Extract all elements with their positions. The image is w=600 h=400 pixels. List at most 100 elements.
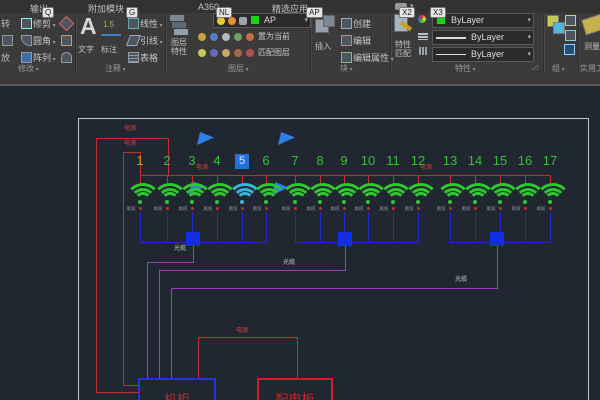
edit-attr-icon[interactable]	[341, 52, 352, 63]
ap-number[interactable]: 12	[408, 153, 428, 168]
table-button[interactable]: 表格	[140, 51, 158, 64]
leader-icon[interactable]	[126, 35, 141, 46]
ap-number[interactable]: 17	[540, 153, 560, 168]
ap-number[interactable]: 8	[310, 153, 330, 168]
ap-number[interactable]: 7	[285, 153, 305, 168]
ap-number-selected[interactable]: 5	[235, 154, 249, 169]
offset-icon[interactable]	[61, 52, 72, 63]
fiber-label: 光缆	[455, 277, 467, 284]
ap-number[interactable]: 2	[157, 153, 177, 168]
linetype-dropdown[interactable]: ByLayer	[432, 47, 534, 62]
ap-number[interactable]: 13	[440, 153, 460, 168]
panel-launcher-icon[interactable]: ◿	[532, 63, 537, 71]
keytip-x2: X2	[399, 7, 415, 18]
layer-freeze-icon[interactable]	[222, 33, 230, 41]
layer-walk-icon[interactable]	[198, 49, 206, 57]
color-wheel-icon[interactable]	[418, 15, 426, 23]
dimension-icon[interactable]: 1.5	[101, 18, 121, 36]
wifi-dot	[318, 200, 322, 204]
wifi-ap-icon[interactable]	[251, 183, 281, 207]
modify-panel-label[interactable]: 修改	[18, 63, 39, 74]
ap-number[interactable]: 4	[207, 153, 227, 168]
ap-number[interactable]: 10	[358, 153, 378, 168]
lineweight-icon[interactable]	[418, 32, 428, 40]
insert-button[interactable]: 插入	[315, 42, 331, 51]
layer-lock2-icon[interactable]	[234, 33, 242, 41]
keytip-addins: G	[126, 7, 138, 18]
linetype-icon[interactable]	[418, 47, 428, 55]
layers-panel-label[interactable]: 图层	[228, 63, 249, 74]
ap-number[interactable]: 15	[490, 153, 510, 168]
match-layer-button[interactable]: 匹配图层	[258, 47, 290, 58]
create-block-button[interactable]: 创建	[353, 17, 371, 30]
power-label: 电源	[236, 328, 248, 335]
wifi-ap-icon[interactable]	[403, 183, 433, 207]
array-icon[interactable]	[21, 52, 32, 63]
splitter-box[interactable]	[490, 232, 504, 246]
group-panel-label[interactable]: 组	[552, 63, 565, 74]
layer-delete-icon[interactable]	[234, 49, 242, 57]
cabinet-box[interactable]: 机柜	[138, 378, 216, 400]
text-button[interactable]: 文字	[78, 45, 94, 54]
wifi-ap-icon[interactable]	[535, 183, 565, 207]
text-icon[interactable]: A	[80, 13, 97, 40]
dimension-button[interactable]: 标注	[101, 45, 117, 54]
properties-panel-label[interactable]: 特性	[455, 63, 476, 74]
annotate-panel-label[interactable]: 注释	[105, 63, 126, 74]
layer-properties-button[interactable]: 图层特性	[166, 38, 192, 56]
measure-icon[interactable]	[581, 13, 600, 36]
layer-properties-icon[interactable]	[170, 15, 188, 35]
ap-number[interactable]: 11	[383, 153, 403, 168]
ribbon: 输出 附加模块 A360 精选应用 ▾ Q G NL AP X2 X3 转 放 …	[0, 0, 600, 86]
ap-number[interactable]: 14	[465, 153, 485, 168]
fillet-icon[interactable]	[21, 35, 32, 46]
trim-button[interactable]: 修剪	[33, 17, 56, 30]
ap-number[interactable]: 3	[182, 153, 202, 168]
linear-dim-icon[interactable]	[128, 18, 139, 29]
drop-cable-label: 尾缆	[487, 206, 496, 211]
trim-icon[interactable]	[21, 18, 32, 29]
power-board-box[interactable]: 配电板	[257, 378, 333, 400]
utilities-panel-label[interactable]: 实用工具	[580, 63, 600, 74]
create-block-icon[interactable]	[341, 18, 352, 29]
wifi-ap-icon[interactable]	[125, 183, 155, 207]
explode-icon[interactable]	[61, 35, 72, 46]
insert-block-icon[interactable]	[315, 15, 335, 35]
layer-vpfreeze-icon[interactable]	[210, 49, 218, 57]
group-edit-icon[interactable]	[565, 30, 576, 41]
edit-block-icon[interactable]	[341, 35, 352, 46]
table-icon[interactable]	[128, 52, 139, 63]
measure-button[interactable]: 测量	[584, 42, 600, 51]
edit-attr-button[interactable]: 编辑属性	[353, 51, 394, 64]
leader-button[interactable]: 引线	[140, 34, 163, 47]
lineweight-dropdown[interactable]: ByLayer	[432, 30, 534, 45]
block-panel-label[interactable]: 块	[340, 63, 353, 74]
object-color-dropdown[interactable]: ByLayer	[432, 13, 534, 28]
ap-number[interactable]: 16	[515, 153, 535, 168]
wire-segment	[140, 242, 267, 243]
make-current-icon[interactable]	[246, 33, 254, 41]
group-icon[interactable]	[547, 15, 565, 35]
linear-button[interactable]: 线性	[140, 17, 163, 30]
match-layer-icon[interactable]	[246, 49, 254, 57]
wire-segment	[198, 337, 298, 338]
drawing-canvas[interactable]: 电源 电源 电源 电源 电源 光缆 光缆 光缆 机柜 配电板 1尾缆2尾缆3尾缆…	[0, 86, 600, 400]
ap-number[interactable]: 6	[256, 153, 276, 168]
layer-merge-icon[interactable]	[222, 49, 230, 57]
ap-number[interactable]: 1	[130, 153, 150, 168]
splitter-box[interactable]	[338, 232, 352, 246]
drop-cable-label: 尾缆	[331, 206, 340, 211]
set-current-button[interactable]: 置为当前	[258, 31, 290, 42]
layer-off-icon[interactable]	[198, 33, 206, 41]
erase-icon[interactable]	[59, 16, 75, 32]
fillet-edge-icon[interactable]	[2, 35, 13, 46]
drop-cable-label: 尾缆	[253, 206, 262, 211]
group-selection-toggle-icon[interactable]	[564, 44, 575, 55]
match-properties-button[interactable]: 特性匹配	[392, 40, 414, 58]
ap-number[interactable]: 9	[334, 153, 354, 168]
layer-isolate-icon[interactable]	[210, 33, 218, 41]
ungroup-icon[interactable]	[565, 15, 576, 26]
fillet-button[interactable]: 圆角	[33, 34, 56, 47]
splitter-box[interactable]	[186, 232, 200, 246]
edit-block-button[interactable]: 编辑	[353, 34, 371, 47]
